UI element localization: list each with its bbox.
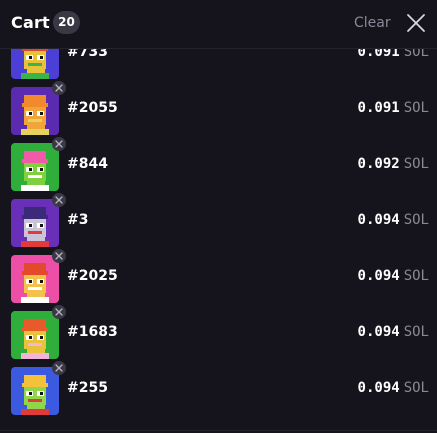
remove-icon (55, 364, 63, 372)
cart-item[interactable]: #844 0.092 SOL (0, 137, 437, 194)
header-divider (0, 48, 437, 49)
cart-item[interactable]: #2025 0.094 SOL (0, 249, 437, 306)
cart-item-thumbnail-wrap (11, 81, 66, 135)
price-value: 0.094 (357, 380, 400, 396)
cart-item-thumbnail-wrap (11, 137, 66, 191)
remove-item-button[interactable] (52, 361, 66, 375)
remove-icon (55, 196, 63, 204)
close-icon (407, 14, 425, 32)
cart-item-name: #3 (67, 212, 89, 228)
remove-item-button[interactable] (52, 305, 66, 319)
cart-panel: #733 0.091 SOL #2055 0.091 SOL #844 0.092 SOL #3 0… (0, 0, 437, 433)
cart-item-price: 0.092 SOL (358, 155, 429, 173)
cart-item-price: 0.091 SOL (358, 99, 429, 117)
price-unit: SOL (403, 212, 429, 228)
cart-item-price: 0.094 SOL (358, 323, 429, 341)
price-value: 0.094 (357, 212, 400, 228)
remove-icon (55, 84, 63, 92)
cart-item-name: #255 (67, 380, 108, 396)
price-value: 0.092 (357, 156, 400, 172)
clear-cart-button[interactable]: Clear (354, 14, 391, 32)
price-unit: SOL (403, 380, 429, 396)
cart-item-thumbnail-wrap (11, 193, 66, 247)
price-unit: SOL (403, 324, 429, 340)
cart-item[interactable]: #2055 0.091 SOL (0, 81, 437, 138)
cart-item-thumbnail-wrap (11, 361, 66, 415)
cart-item-thumbnail-wrap (11, 249, 66, 303)
remove-icon (55, 252, 63, 260)
cart-item-name: #844 (67, 156, 108, 172)
cart-item-price: 0.094 SOL (358, 267, 429, 285)
remove-item-button[interactable] (52, 137, 66, 151)
cart-header: Cart 20 Clear (0, 0, 437, 48)
cart-count-badge: 20 (53, 11, 80, 34)
remove-icon (55, 140, 63, 148)
price-value: 0.091 (357, 100, 400, 116)
cart-item-name: #1683 (67, 324, 118, 340)
remove-item-button[interactable] (52, 193, 66, 207)
cart-item-price: 0.094 SOL (358, 379, 429, 397)
remove-item-button[interactable] (52, 81, 66, 95)
price-value: 0.094 (357, 268, 400, 284)
price-unit: SOL (403, 268, 429, 284)
price-unit: SOL (403, 100, 429, 116)
price-value: 0.094 (357, 324, 400, 340)
close-cart-button[interactable] (405, 12, 427, 34)
remove-icon (55, 308, 63, 316)
price-unit: SOL (403, 156, 429, 172)
cart-item[interactable]: #1683 0.094 SOL (0, 305, 437, 362)
cart-item[interactable]: #3 0.094 SOL (0, 193, 437, 250)
cart-title: Cart (11, 13, 50, 32)
cart-item-thumbnail-wrap (11, 305, 66, 359)
cart-item-list[interactable]: #733 0.091 SOL #2055 0.091 SOL #844 0.092 SOL #3 0… (0, 0, 437, 433)
cart-item[interactable]: #255 0.094 SOL (0, 361, 437, 418)
bottom-divider (0, 430, 437, 431)
remove-item-button[interactable] (52, 249, 66, 263)
cart-item-name: #2025 (67, 268, 118, 284)
cart-item-name: #2055 (67, 100, 118, 116)
cart-item-price: 0.094 SOL (358, 211, 429, 229)
